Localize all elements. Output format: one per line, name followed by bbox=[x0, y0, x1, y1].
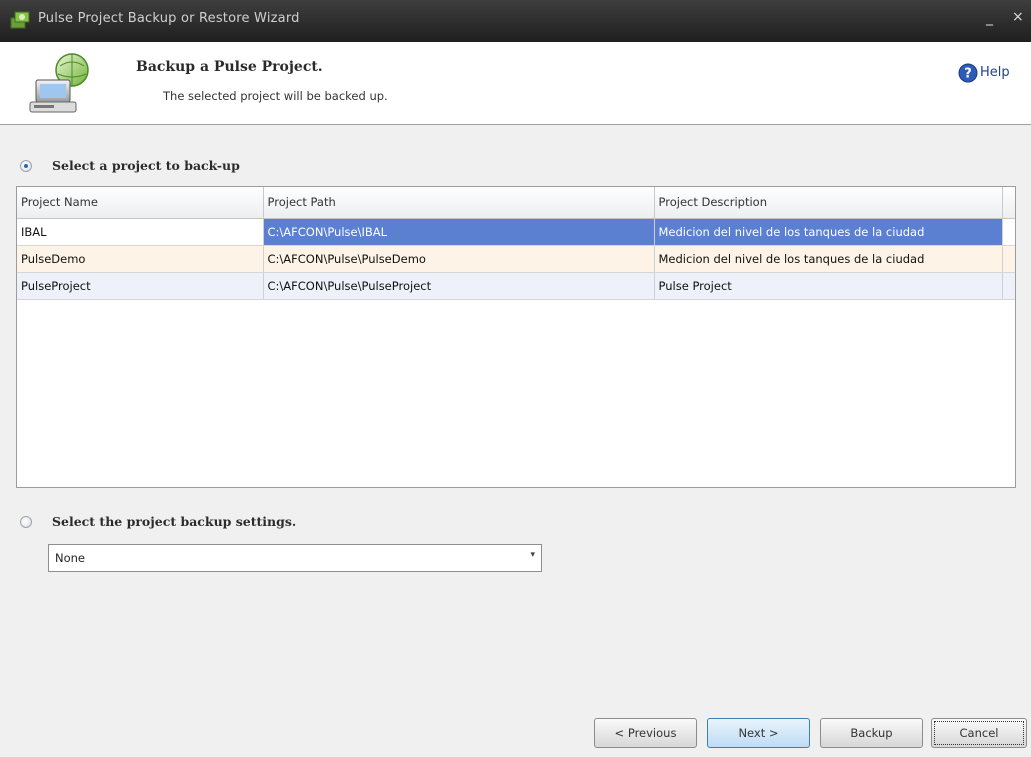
title-bar: Pulse Project Backup or Restore Wizard _… bbox=[0, 0, 1031, 42]
help-icon: ? bbox=[958, 63, 978, 83]
table-row[interactable]: IBAL C:\AFCON\Pulse\IBAL Medicion del ni… bbox=[17, 218, 1015, 246]
cell-project-name: PulseDemo bbox=[17, 245, 264, 273]
backup-computer-icon bbox=[29, 53, 89, 113]
window-title: Pulse Project Backup or Restore Wizard bbox=[38, 11, 300, 26]
select-project-radio[interactable] bbox=[20, 160, 32, 172]
cancel-button[interactable]: Cancel bbox=[931, 718, 1027, 748]
cell-project-path: C:\AFCON\Pulse\IBAL bbox=[263, 218, 655, 246]
svg-text:?: ? bbox=[964, 67, 972, 82]
cell-project-name: IBAL bbox=[17, 218, 264, 246]
help-label: Help bbox=[980, 65, 1010, 80]
page-title: Backup a Pulse Project. bbox=[136, 59, 323, 75]
cell-filler bbox=[1002, 272, 1015, 300]
section-project-label: Select a project to back-up bbox=[52, 158, 240, 173]
cell-project-name: PulseProject bbox=[17, 272, 264, 300]
column-header-filler bbox=[1002, 187, 1015, 219]
backup-settings-dropdown[interactable]: None ▾ bbox=[48, 544, 542, 572]
chevron-down-icon: ▾ bbox=[530, 550, 535, 560]
cell-project-path: C:\AFCON\Pulse\PulseDemo bbox=[263, 245, 655, 273]
minimize-button[interactable]: _ bbox=[986, 10, 993, 26]
cell-project-description: Medicion del nivel de los tanques de la … bbox=[654, 218, 1003, 246]
close-button[interactable]: × bbox=[1012, 9, 1024, 25]
column-header-project-path[interactable]: Project Path bbox=[263, 187, 655, 219]
select-settings-radio[interactable] bbox=[20, 516, 32, 528]
cell-project-path: C:\AFCON\Pulse\PulseProject bbox=[263, 272, 655, 300]
cell-project-description: Medicion del nivel de los tanques de la … bbox=[654, 245, 1003, 273]
cell-project-description: Pulse Project bbox=[654, 272, 1003, 300]
previous-button[interactable]: < Previous bbox=[594, 718, 697, 748]
page-subtitle: The selected project will be backed up. bbox=[163, 89, 388, 103]
grid-header-row: Project Name Project Path Project Descri… bbox=[17, 187, 1015, 219]
backup-button[interactable]: Backup bbox=[820, 718, 923, 748]
column-header-project-name[interactable]: Project Name bbox=[17, 187, 264, 219]
section-settings-label: Select the project backup settings. bbox=[52, 514, 297, 529]
projects-grid[interactable]: Project Name Project Path Project Descri… bbox=[16, 186, 1016, 488]
dropdown-value: None bbox=[55, 551, 86, 565]
cell-filler bbox=[1002, 218, 1015, 246]
wizard-header: Backup a Pulse Project. The selected pro… bbox=[0, 42, 1031, 125]
table-row[interactable]: PulseProject C:\AFCON\Pulse\PulseProject… bbox=[17, 272, 1015, 300]
column-header-project-description[interactable]: Project Description bbox=[654, 187, 1003, 219]
app-icon bbox=[10, 11, 30, 29]
table-row[interactable]: PulseDemo C:\AFCON\Pulse\PulseDemo Medic… bbox=[17, 245, 1015, 273]
next-button[interactable]: Next > bbox=[707, 718, 810, 748]
cell-filler bbox=[1002, 245, 1015, 273]
